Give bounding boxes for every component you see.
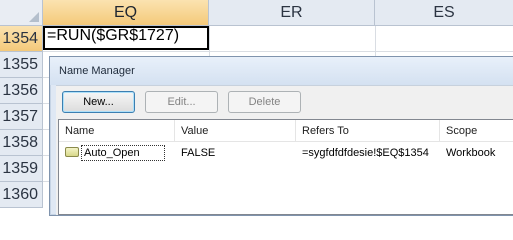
name-manager-dialog: Name Manager New... Edit... Delete Name … bbox=[49, 56, 513, 216]
list-item[interactable]: Auto_Open FALSE =sygfdfdfdesie!$EQ$1354 … bbox=[59, 144, 513, 162]
new-button-label: New... bbox=[83, 96, 114, 108]
column-header-scope[interactable]: Scope bbox=[440, 120, 513, 141]
column-header-es[interactable]: ES bbox=[375, 0, 513, 26]
row-refers-to: =sygfdfdfdesie!$EQ$1354 bbox=[302, 147, 429, 159]
column-header-refers-to[interactable]: Refers To bbox=[296, 120, 440, 141]
row-value: FALSE bbox=[181, 147, 216, 159]
column-header-er[interactable]: ER bbox=[209, 0, 375, 26]
row-header-1356[interactable]: 1356 bbox=[0, 78, 43, 104]
select-all-corner[interactable] bbox=[0, 0, 43, 26]
edit-button-label: Edit... bbox=[167, 96, 196, 108]
dialog-body: New... Edit... Delete Name Value Refers … bbox=[56, 85, 513, 215]
row-header-1359[interactable]: 1359 bbox=[0, 156, 43, 182]
names-list-header: Name Value Refers To Scope bbox=[59, 120, 513, 142]
column-header-eq[interactable]: EQ bbox=[43, 0, 209, 26]
delete-button-label: Delete bbox=[248, 96, 281, 108]
column-header-name[interactable]: Name bbox=[59, 120, 175, 141]
row-header-1355[interactable]: 1355 bbox=[0, 52, 43, 78]
row-header-1354[interactable]: 1354 bbox=[0, 26, 43, 52]
column-header-value[interactable]: Value bbox=[175, 120, 296, 141]
row-header-1357[interactable]: 1357 bbox=[0, 104, 43, 130]
row-scope: Workbook bbox=[446, 147, 496, 159]
edit-button[interactable]: Edit... bbox=[145, 91, 218, 113]
row-name: Auto_Open bbox=[84, 147, 140, 159]
row-header-1360[interactable]: 1360 bbox=[0, 182, 43, 208]
row-header-1358[interactable]: 1358 bbox=[0, 130, 43, 156]
dialog-titlebar[interactable]: Name Manager bbox=[50, 57, 513, 85]
defined-name-icon bbox=[65, 147, 79, 157]
delete-button[interactable]: Delete bbox=[228, 91, 301, 113]
new-button[interactable]: New... bbox=[62, 91, 135, 113]
gridline bbox=[43, 51, 513, 52]
cell-eq1354-formula: =RUN($GR$1727) bbox=[47, 27, 180, 44]
dialog-title: Name Manager bbox=[59, 65, 135, 77]
names-list[interactable]: Name Value Refers To Scope Auto_Open FAL… bbox=[58, 119, 513, 215]
select-all-triangle-icon bbox=[29, 12, 39, 22]
